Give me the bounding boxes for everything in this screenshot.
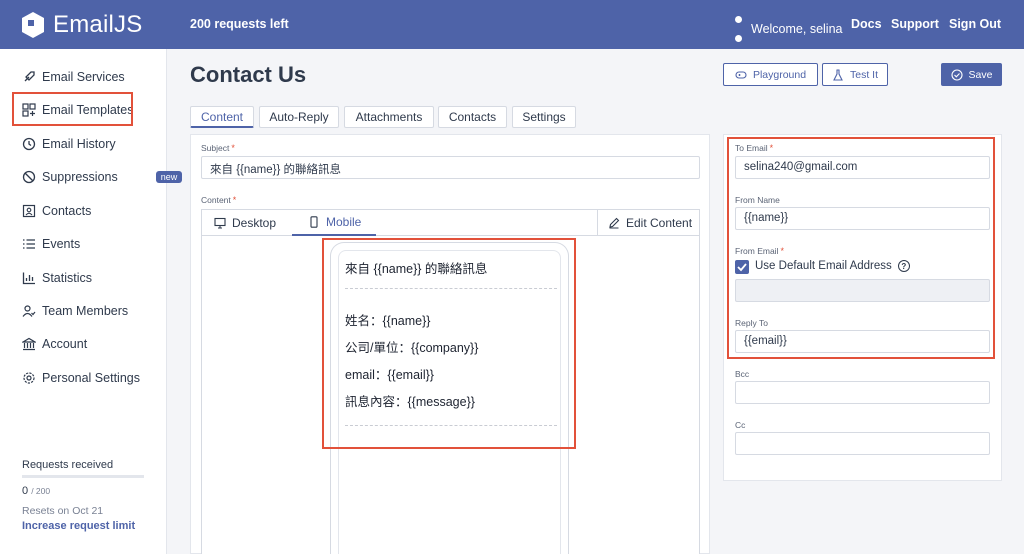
rocket-icon xyxy=(24,71,35,82)
cc-input[interactable] xyxy=(735,432,990,455)
requests-progress-bar xyxy=(22,475,144,478)
contacts-icon xyxy=(22,204,36,218)
tab-desktop[interactable]: Desktop xyxy=(214,210,288,236)
edit-content-button[interactable]: Edit Content xyxy=(608,210,692,236)
requests-widget: Requests received 0 / 200 Resets on Oct … xyxy=(22,459,146,517)
sidebar-item-email-history[interactable]: Email History xyxy=(22,134,116,154)
flask-icon xyxy=(833,68,843,81)
top-bar: EmailJS 200 requests left Welcome, selin… xyxy=(0,0,1024,49)
brand-name: EmailJS xyxy=(53,11,143,38)
sidebar-item-label: Team Members xyxy=(42,304,129,318)
brand-logo[interactable]: EmailJS xyxy=(22,11,142,39)
tab-attachments[interactable]: Attachments xyxy=(344,106,434,128)
pencil-icon xyxy=(609,217,620,229)
bank-icon xyxy=(22,337,36,351)
sidebar-item-personal-settings[interactable]: Personal Settings xyxy=(22,368,140,388)
sidebar-item-email-services[interactable]: Email Services xyxy=(22,67,125,87)
sidebar-item-label: Account xyxy=(42,337,88,351)
sidebar-item-label: Email Services xyxy=(42,70,125,84)
requests-left: 200 requests left xyxy=(190,17,289,31)
highlight-box-templates xyxy=(12,92,133,126)
sidebar-item-suppressions[interactable]: Suppressions new xyxy=(22,167,183,187)
sidebar-item-account[interactable]: Account xyxy=(22,334,87,354)
mobile-icon xyxy=(310,216,318,228)
sidebar-item-label: Contacts xyxy=(42,204,92,218)
sidebar-item-statistics[interactable]: Statistics xyxy=(22,268,92,288)
playground-icon xyxy=(735,70,747,79)
welcome-user[interactable]: Welcome, selina xyxy=(735,16,842,42)
monitor-icon xyxy=(214,217,226,229)
subject-label: Subject * xyxy=(201,143,235,153)
test-it-label: Test It xyxy=(849,68,878,81)
tab-settings[interactable]: Settings xyxy=(512,106,576,128)
save-button[interactable]: Save xyxy=(941,63,1002,86)
sidebar: Email Services Email Templates Email His… xyxy=(0,49,183,554)
requests-total: / 200 xyxy=(31,486,51,496)
sidebar-item-label: Suppressions xyxy=(42,170,118,184)
list-icon xyxy=(23,239,35,249)
content-label: Content * xyxy=(201,195,237,205)
chart-icon xyxy=(22,272,35,285)
requests-count-value: 0 xyxy=(22,485,29,497)
cc-label: Cc xyxy=(735,420,746,430)
edit-content-label: Edit Content xyxy=(626,216,693,230)
requests-count: 0 / 200 xyxy=(22,485,146,497)
requests-title: Requests received xyxy=(22,459,114,471)
sidebar-item-contacts[interactable]: Contacts xyxy=(22,201,91,221)
sidebar-item-label: Statistics xyxy=(42,271,93,285)
sidebar-item-events[interactable]: Events xyxy=(22,234,80,254)
mobile-label: Mobile xyxy=(326,215,362,229)
toolbar-divider xyxy=(597,210,598,236)
highlight-box-preview xyxy=(322,238,576,449)
desktop-label: Desktop xyxy=(232,216,277,230)
playground-label: Playground xyxy=(752,68,807,81)
requests-reset-date: Resets on Oct 21 xyxy=(22,505,104,517)
tab-auto-reply[interactable]: Auto-Reply xyxy=(259,106,339,128)
block-icon xyxy=(22,170,36,184)
sidebar-item-label: Events xyxy=(42,237,81,251)
subject-input[interactable]: 來自 {{name}} 的聯絡訊息 xyxy=(201,156,700,179)
playground-button[interactable]: Playground xyxy=(723,63,818,86)
sign-out-link[interactable]: Sign Out xyxy=(949,17,1001,31)
sidebar-item-label: Email History xyxy=(42,137,116,151)
check-circle-icon xyxy=(950,68,963,81)
increase-limit-link[interactable]: Increase request limit xyxy=(22,520,135,532)
test-it-button[interactable]: Test It xyxy=(822,63,888,86)
tab-content[interactable]: Content xyxy=(190,106,254,128)
highlight-box-fields xyxy=(727,137,995,359)
gear-icon xyxy=(23,372,35,384)
page-title: Contact Us xyxy=(190,62,307,87)
new-badge: new xyxy=(155,171,183,183)
sidebar-item-label: Personal Settings xyxy=(42,371,140,385)
docs-link[interactable]: Docs xyxy=(851,17,882,31)
tab-contacts[interactable]: Contacts xyxy=(438,106,507,128)
sidebar-item-team-members[interactable]: Team Members xyxy=(22,301,128,321)
tab-mobile[interactable]: Mobile xyxy=(292,210,376,236)
history-icon xyxy=(22,137,36,151)
bcc-label: Bcc xyxy=(735,369,750,379)
support-link[interactable]: Support xyxy=(891,17,939,31)
editor-toolbar: Desktop Mobile Edit Content xyxy=(201,209,700,236)
bcc-input[interactable] xyxy=(735,381,990,404)
emailjs-logo-icon xyxy=(22,12,44,38)
team-icon xyxy=(22,305,36,317)
save-label: Save xyxy=(968,68,993,81)
welcome-text: Welcome, selina xyxy=(751,22,843,36)
user-icon xyxy=(735,16,743,42)
